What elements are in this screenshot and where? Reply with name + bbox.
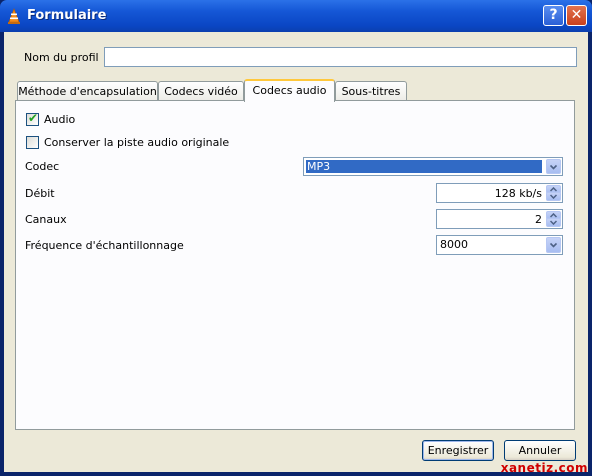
keep-original-checkbox[interactable] xyxy=(26,136,39,149)
close-button[interactable]: ✕ xyxy=(566,5,587,26)
samplerate-label: Fréquence d'échantillonnage xyxy=(25,239,184,252)
watermark-text: xanetiz.com xyxy=(500,461,588,475)
tab-audio-codecs[interactable]: Codecs audio xyxy=(244,79,335,102)
cancel-button[interactable]: Annuler xyxy=(504,440,576,461)
audio-checkbox-label: Audio xyxy=(44,113,76,126)
chevron-down-icon xyxy=(550,242,557,248)
samplerate-select[interactable]: 8000 xyxy=(436,235,563,255)
help-button[interactable]: ? xyxy=(543,5,564,26)
channels-value: 2 xyxy=(535,213,542,226)
profile-name-label: Nom du profil xyxy=(24,51,99,64)
vlc-cone-icon xyxy=(8,8,20,24)
tab-subtitles[interactable]: Sous-titres xyxy=(335,81,407,101)
keep-original-label: Conserver la piste audio originale xyxy=(44,136,230,149)
codec-label: Codec xyxy=(25,160,60,173)
samplerate-dropdown-button[interactable] xyxy=(546,237,561,253)
dialog-window: Formulaire ? ✕ Nom du profil Méthode d'e… xyxy=(0,0,592,476)
checkmark-icon: ✔ xyxy=(28,111,39,125)
codec-value: MP3 xyxy=(306,160,542,173)
bitrate-spinbox[interactable]: 128 kb/s xyxy=(436,183,563,203)
chevron-down-icon xyxy=(550,164,557,170)
channels-down-button[interactable] xyxy=(546,218,561,227)
chevron-down-icon xyxy=(550,220,557,225)
chevron-down-icon xyxy=(550,194,557,199)
bitrate-down-button[interactable] xyxy=(546,192,561,201)
tab-video-codecs[interactable]: Codecs vidéo xyxy=(158,81,244,101)
channels-spinbox[interactable]: 2 xyxy=(436,209,563,229)
title-bar[interactable]: Formulaire ? ✕ xyxy=(0,0,592,32)
window-title: Formulaire xyxy=(27,8,107,23)
audio-panel xyxy=(15,100,575,430)
bitrate-label: Débit xyxy=(25,187,55,200)
profile-name-input[interactable] xyxy=(104,47,577,67)
channels-label: Canaux xyxy=(25,213,67,226)
bitrate-value: 128 kb/s xyxy=(494,187,542,200)
codec-dropdown-button[interactable] xyxy=(546,159,561,174)
audio-checkbox[interactable]: ✔ xyxy=(26,111,39,126)
samplerate-value: 8000 xyxy=(440,238,468,251)
save-button[interactable]: Enregistrer xyxy=(422,440,494,461)
tab-encapsulation[interactable]: Méthode d'encapsulation xyxy=(17,81,158,101)
codec-select[interactable]: MP3 xyxy=(303,157,563,176)
